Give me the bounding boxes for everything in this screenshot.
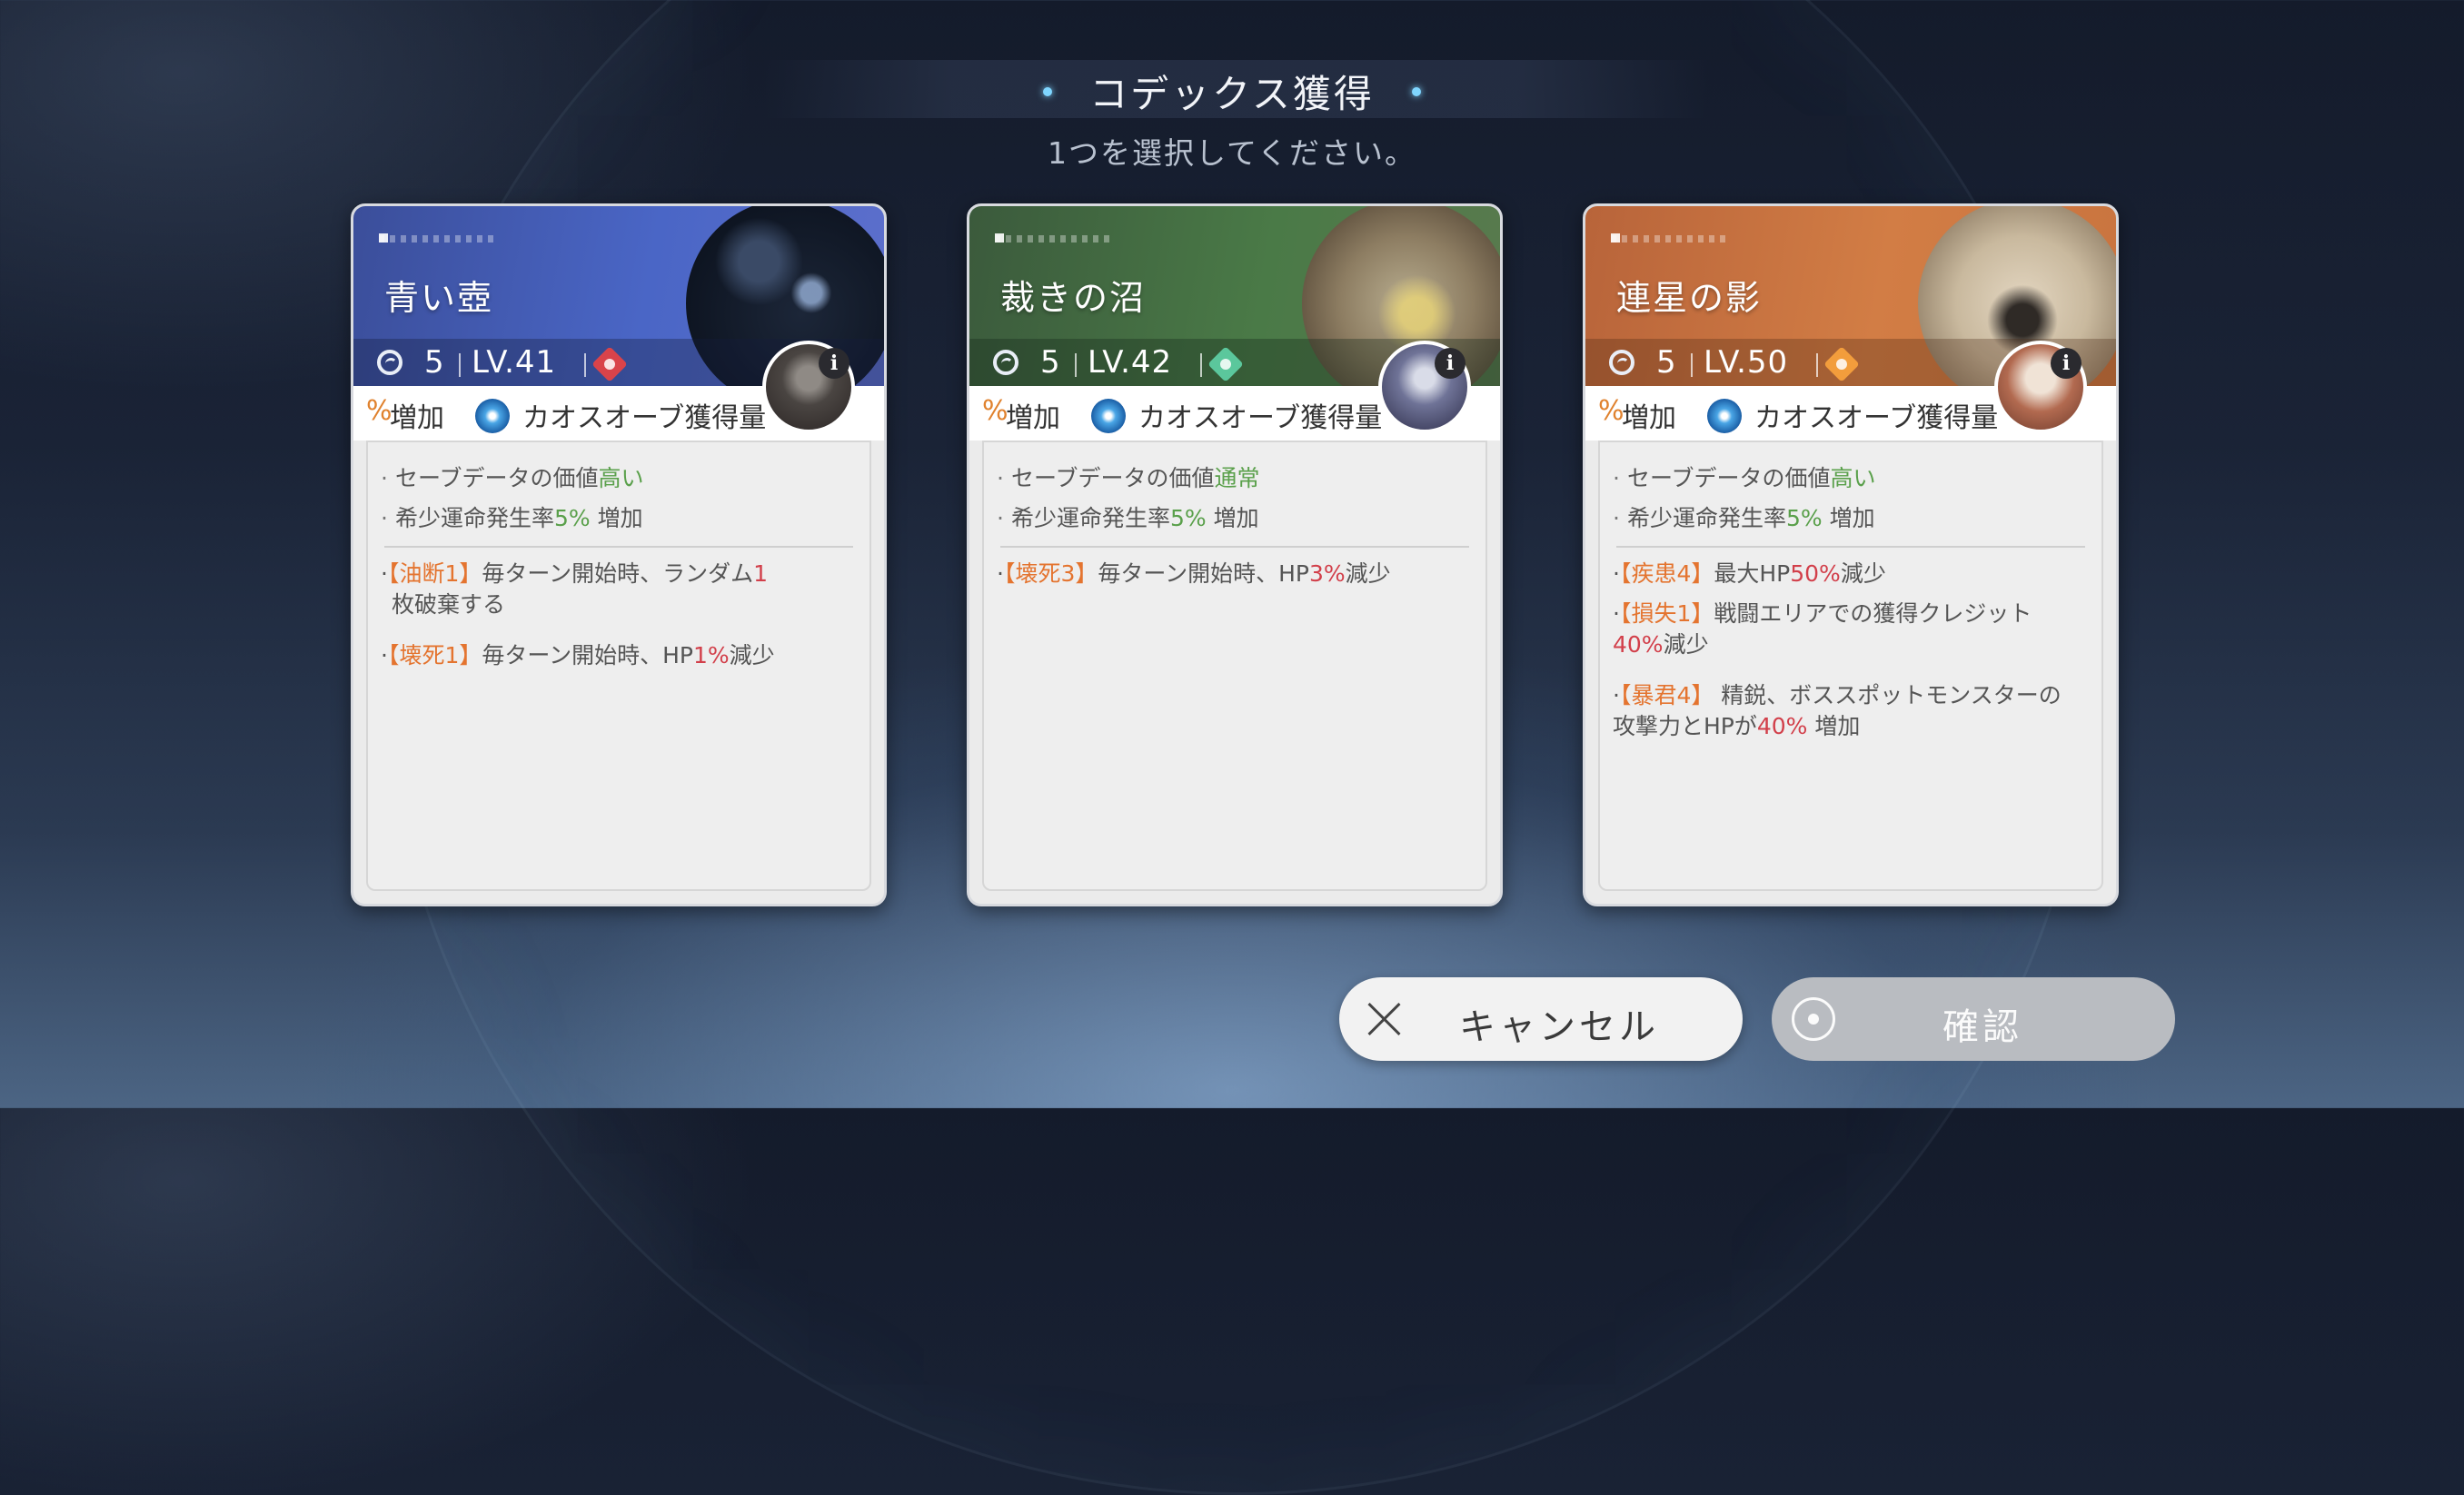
bonus-increase-label: 増加 (1622, 402, 1676, 434)
codex-card-1[interactable]: 青い壺 5 LV.41 % 増加 カオスオーブ獲得量 i · セーブデータの価値高… (351, 203, 887, 906)
stat-save-value: · セーブデータの価値通常 (997, 465, 1260, 491)
divider (584, 353, 586, 377)
bonus-text: カオスオーブ獲得量 (1754, 402, 1999, 434)
target-circle-icon (1792, 997, 1835, 1041)
info-icon[interactable]: i (1435, 348, 1465, 379)
rarity-value: 5 (1040, 344, 1060, 381)
section-divider (384, 546, 853, 548)
codex-card-3[interactable]: 連星の影 5 LV.50 % 増加 カオスオーブ獲得量 i · セーブデータの価値… (1583, 203, 2119, 906)
card-title: 連星の影 (1616, 278, 1763, 318)
stat-rare-rate: · 希少運命発生率5% 増加 (997, 505, 1259, 531)
section-divider (1616, 546, 2085, 548)
effect-item: ·【暴君4】 精鋭、ボススポットモンスターの攻撃力とHPが40% 増加 (1613, 682, 2062, 739)
stat-save-value: · セーブデータの価値高い (1613, 465, 1876, 491)
spiral-icon (993, 350, 1018, 375)
page-subtitle: 1つを選択してください。 (1047, 135, 1416, 171)
divider (459, 353, 461, 377)
effect-item: ·【疾患4】最大HP50%減少 (1613, 560, 1886, 587)
page-title: コデックス獲得 (1089, 72, 1375, 116)
confirm-label: 確認 (1942, 1006, 2022, 1048)
card-body: · セーブデータの価値高い · 希少運命発生率5% 増加 ·【油断1】毎ターン開始時… (366, 441, 871, 891)
card-title: 青い壺 (384, 278, 494, 318)
spiral-icon (1609, 350, 1634, 375)
percent-icon: % (982, 395, 1008, 427)
effect-item: ·【損失1】戦闘エリアでの獲得クレジット40%減少 (1613, 600, 2032, 658)
stat-rare-rate: · 希少運命発生率5% 増加 (381, 505, 643, 531)
chaos-orb-icon (1707, 399, 1742, 433)
confirm-button[interactable]: 確認 (1772, 977, 2175, 1061)
effect-item: ·【油断1】毎ターン開始時、ランダム1 枚破棄する (381, 560, 769, 618)
cancel-label: キャンセル (1459, 1006, 1659, 1048)
bonus-text: カオスオーブ獲得量 (1138, 402, 1383, 434)
section-divider (1000, 546, 1469, 548)
chaos-orb-icon (475, 399, 510, 433)
info-icon[interactable]: i (819, 348, 849, 379)
stat-rare-rate: · 希少運命発生率5% 増加 (1613, 505, 1875, 531)
bonus-text: カオスオーブ獲得量 (522, 402, 767, 434)
header-dots (1611, 233, 1729, 243)
effect-item: ·【壊死3】毎ターン開始時、HP3%減少 (997, 560, 1391, 587)
percent-icon: % (366, 395, 392, 427)
info-icon[interactable]: i (2051, 348, 2081, 379)
stat-save-value: · セーブデータの価値高い (381, 465, 644, 491)
card-title: 裁きの沼 (1000, 278, 1147, 318)
divider (1691, 353, 1693, 377)
close-icon (1365, 999, 1405, 1039)
divider (1075, 353, 1077, 377)
bonus-increase-label: 増加 (390, 402, 444, 434)
card-level: LV.41 (472, 344, 557, 381)
bonus-increase-label: 増加 (1006, 402, 1060, 434)
chaos-orb-icon (1091, 399, 1126, 433)
card-body: · セーブデータの価値高い · 希少運命発生率5% 増加 ·【疾患4】最大HP50%… (1598, 441, 2103, 891)
codex-card-2[interactable]: 裁きの沼 5 LV.42 % 増加 カオスオーブ獲得量 i · セーブデータの価値… (967, 203, 1503, 906)
rarity-value: 5 (424, 344, 444, 381)
divider (1816, 353, 1818, 377)
card-body: · セーブデータの価値通常 · 希少運命発生率5% 増加 ·【壊死3】毎ターン開始時… (982, 441, 1487, 891)
card-level: LV.42 (1088, 344, 1173, 381)
header-dots (379, 233, 497, 243)
divider (1200, 353, 1202, 377)
header-dots (995, 233, 1113, 243)
rarity-value: 5 (1656, 344, 1676, 381)
percent-icon: % (1598, 395, 1624, 427)
effect-item: ·【壊死1】毎ターン開始時、HP1%減少 (381, 642, 775, 668)
cancel-button[interactable]: キャンセル (1339, 977, 1743, 1061)
card-level: LV.50 (1704, 344, 1789, 381)
spiral-icon (377, 350, 402, 375)
